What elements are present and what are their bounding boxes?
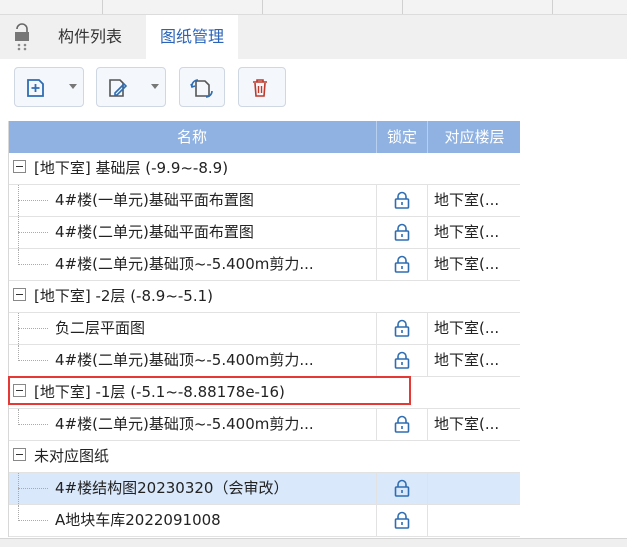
lock-icon[interactable]	[392, 478, 412, 498]
dropdown-caret-icon[interactable]	[69, 84, 77, 89]
table-header: 名称 锁定 对应楼层	[9, 121, 520, 153]
table-row[interactable]: 4#楼(二单元)基础顶~-5.400m剪力... 地下室(...	[9, 249, 520, 281]
delete-icon	[253, 79, 267, 97]
row-floor[interactable]: 地下室(...	[427, 185, 520, 216]
row-name: 未对应图纸	[34, 447, 110, 465]
tab-drawing-management[interactable]: 图纸管理	[146, 15, 239, 59]
edit-drawing-icon	[109, 79, 128, 97]
table-row[interactable]: [地下室] -2层 (-8.9~-5.1)	[9, 281, 520, 313]
table-row[interactable]: 4#楼结构图20230320（会审改）	[9, 473, 520, 505]
lock-icon[interactable]	[392, 350, 412, 370]
rotate-drawing-icon	[190, 79, 213, 98]
collapse-icon[interactable]	[13, 448, 26, 461]
lock-icon[interactable]	[392, 222, 412, 242]
table-row[interactable]: 4#楼(二单元)基础顶~-5.400m剪力... 地下室(...	[9, 345, 520, 377]
header-name[interactable]: 名称	[9, 121, 375, 153]
add-drawing-icon	[27, 79, 44, 97]
toolbar	[0, 59, 627, 119]
table-row[interactable]: [地下室] 基础层 (-9.9~-8.9)	[9, 153, 520, 185]
lock-icon[interactable]	[392, 254, 412, 274]
row-floor[interactable]: 地下室(...	[427, 217, 520, 248]
row-name: 4#楼(二单元)基础顶~-5.400m剪力...	[55, 351, 314, 369]
table-row[interactable]: 4#楼(二单元)基础平面布置图 地下室(...	[9, 217, 520, 249]
pin-lock-icon[interactable]	[12, 21, 32, 53]
highlight-box	[8, 376, 411, 405]
table-row[interactable]: 负二层平面图 地下室(...	[9, 313, 520, 345]
row-floor[interactable]: 地下室(...	[427, 409, 520, 440]
tab-bar: 构件列表 图纸管理	[0, 15, 627, 59]
header-lock[interactable]: 锁定	[376, 121, 427, 153]
collapse-icon[interactable]	[13, 288, 26, 301]
header-floor[interactable]: 对应楼层	[427, 121, 521, 153]
row-floor[interactable]: 地下室(...	[427, 313, 520, 344]
lock-icon[interactable]	[392, 318, 412, 338]
delete-button[interactable]	[238, 67, 286, 107]
tab-component-list[interactable]: 构件列表	[44, 15, 136, 59]
row-name: 4#楼结构图20230320（会审改）	[55, 479, 289, 497]
add-drawing-button[interactable]	[14, 67, 84, 107]
row-name: 负二层平面图	[55, 319, 146, 337]
row-floor[interactable]	[427, 505, 520, 536]
row-name: 4#楼(二单元)基础顶~-5.400m剪力...	[55, 255, 314, 273]
row-name: 4#楼(二单元)基础平面布置图	[55, 223, 254, 241]
top-panel-strip	[0, 0, 627, 15]
row-floor[interactable]: 地下室(...	[427, 345, 520, 376]
row-name: 4#楼(二单元)基础顶~-5.400m剪力...	[55, 415, 314, 433]
collapse-icon[interactable]	[13, 160, 26, 173]
row-floor[interactable]	[427, 473, 520, 504]
row-floor[interactable]: 地下室(...	[427, 249, 520, 280]
dropdown-caret-icon[interactable]	[151, 84, 159, 89]
lock-icon[interactable]	[392, 414, 412, 434]
table-row[interactable]: 4#楼(二单元)基础顶~-5.400m剪力... 地下室(...	[9, 409, 520, 441]
row-name: A地块车库2022091008	[55, 511, 221, 529]
lock-icon[interactable]	[392, 510, 412, 530]
lock-icon[interactable]	[392, 190, 412, 210]
table-row[interactable]: 4#楼(一单元)基础平面布置图 地下室(...	[9, 185, 520, 217]
table-row[interactable]: A地块车库2022091008	[9, 505, 520, 537]
drawing-table: 名称 锁定 对应楼层 [地下室] 基础层 (-9.9~-8.9) 4#楼(一单元…	[8, 121, 520, 537]
row-name: [地下室] 基础层 (-9.9~-8.9)	[34, 159, 229, 177]
row-name: [地下室] -2层 (-8.9~-5.1)	[34, 287, 214, 305]
table-row[interactable]: 未对应图纸	[9, 441, 520, 473]
row-name: 4#楼(一单元)基础平面布置图	[55, 191, 254, 209]
edit-drawing-button[interactable]	[96, 67, 166, 107]
rotate-drawing-button[interactable]	[179, 67, 225, 107]
